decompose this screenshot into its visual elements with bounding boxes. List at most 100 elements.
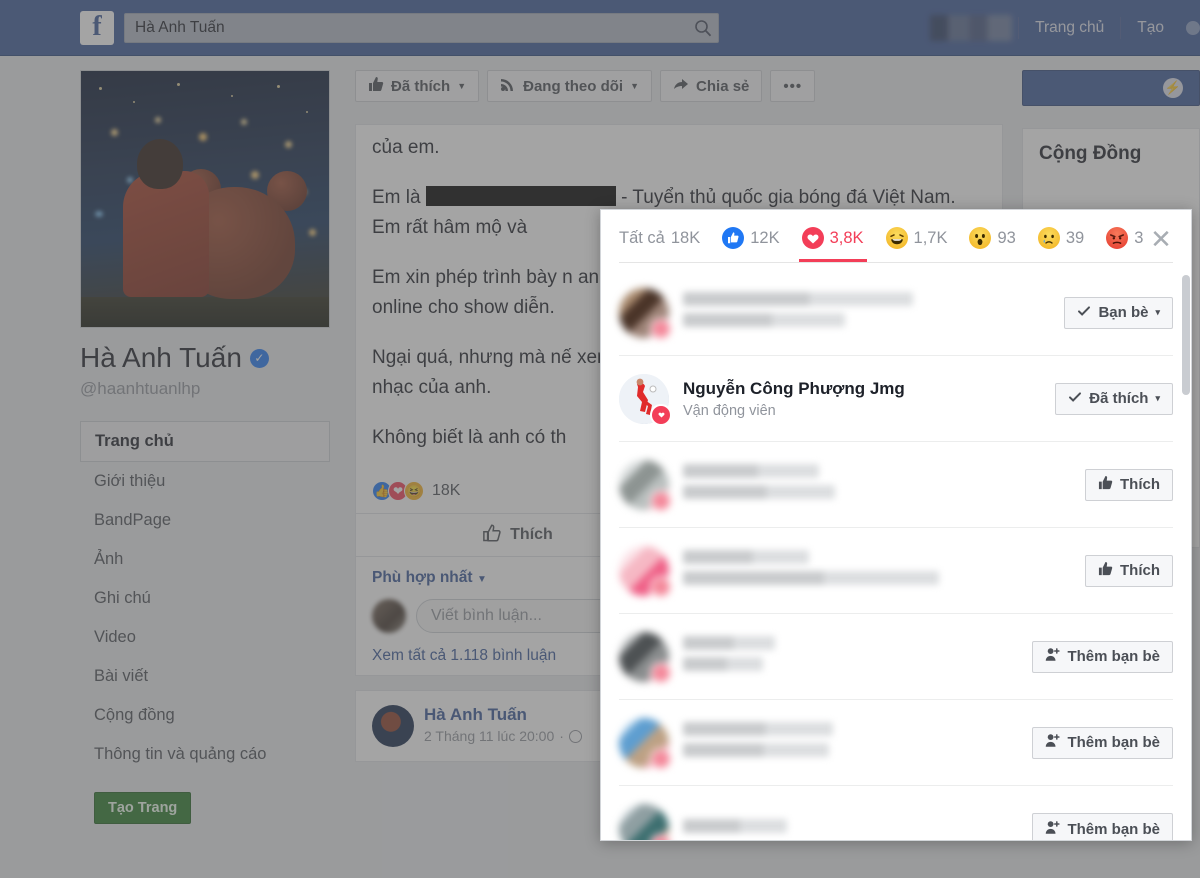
reaction-tabs: Tất cả 18K 12K 3,8K 1,7K 93 39 3 — [601, 210, 1191, 262]
following-button[interactable]: Đang theo dõi ▼ — [487, 70, 653, 102]
chevron-down-icon[interactable]: ▼ — [477, 574, 487, 585]
sidebar-item-cong-dong[interactable]: Cộng đồng — [80, 696, 330, 735]
current-user-avatar — [372, 599, 406, 633]
rss-icon — [500, 76, 516, 96]
love-reaction-badge-icon — [650, 317, 672, 340]
page-profile-photo[interactable] — [80, 70, 330, 328]
magnifier-icon[interactable] — [688, 14, 718, 42]
sidebar-item-anh[interactable]: Ảnh — [80, 540, 330, 579]
add-friend-button-label: Thêm bạn bè — [1067, 734, 1160, 751]
list-item[interactable]: Thêm bạn bè — [619, 614, 1173, 700]
tab-sad-count: 39 — [1065, 228, 1085, 247]
top-nav-right: Trang chủ Tạo — [930, 0, 1200, 56]
avatar[interactable] — [619, 545, 672, 598]
friends-button-label: Bạn bè — [1098, 304, 1149, 321]
nav-item-home[interactable]: Trang chủ — [1021, 0, 1118, 56]
sidebar-item-bai-viet[interactable]: Bài viết — [80, 657, 330, 696]
screenshot-root: f Trang chủ Tạo — [0, 0, 1200, 878]
post-meta: 2 Tháng 11 lúc 20:00 · — [424, 728, 582, 744]
page-avatar[interactable] — [372, 705, 414, 747]
avatar[interactable] — [619, 459, 672, 512]
header-divider — [619, 262, 1173, 263]
tab-sad-reactions[interactable]: 39 — [1027, 227, 1095, 262]
tab-haha-reactions[interactable]: 1,7K — [875, 227, 959, 262]
share-arrow-icon — [673, 76, 689, 96]
redacted-name-block — [425, 186, 616, 206]
community-title: Cộng Đồng — [1039, 143, 1142, 164]
tab-like-reactions[interactable]: 12K — [711, 227, 790, 262]
page-title-row: Hà Anh Tuấn ✓ — [80, 342, 330, 374]
more-options-button[interactable]: ••• — [770, 70, 816, 102]
share-label: Chia sẻ — [696, 77, 750, 95]
reactions-user-list[interactable]: Bạn bè ▾ Nguyễn Công Phượng Jmg Vận động… — [601, 270, 1191, 840]
sidebar-item-thong-tin-quang-cao[interactable]: Thông tin và quảng cáo — [80, 735, 330, 774]
create-page-button[interactable]: Tạo Trang — [94, 792, 192, 824]
tab-angry-count: 3 — [1134, 228, 1144, 247]
chevron-down-icon: ▾ — [1155, 307, 1160, 317]
person-shape — [123, 171, 209, 297]
list-item[interactable]: Nguyễn Công Phượng Jmg Vận động viên Đã … — [619, 356, 1173, 442]
like-button[interactable]: Thích — [1085, 554, 1173, 587]
reactions-dialog: Tất cả 18K 12K 3,8K 1,7K 93 39 3 ✕ Bạn b… — [600, 209, 1192, 841]
add-friend-button[interactable]: Thêm bạn bè — [1032, 640, 1173, 673]
sidebar-item-gioi-thieu[interactable]: Giới thiệu — [80, 462, 330, 501]
love-reaction-badge-icon — [650, 834, 672, 840]
close-x-icon[interactable]: ✕ — [1147, 226, 1175, 254]
love-reaction-badge-icon — [650, 403, 672, 426]
list-item[interactable]: Thích — [619, 442, 1173, 528]
add-friend-button-label: Thêm bạn bè — [1067, 648, 1160, 665]
reaction-total-count[interactable]: 18K — [432, 482, 460, 500]
list-item-text — [683, 463, 1071, 506]
friends-button[interactable]: Bạn bè ▾ — [1064, 296, 1173, 329]
avatar[interactable] — [619, 287, 672, 340]
share-button[interactable]: Chia sẻ — [660, 70, 763, 102]
list-item-text — [683, 291, 1050, 334]
thumbs-up-icon — [368, 76, 384, 96]
like-button-label: Thích — [1120, 476, 1160, 493]
avatar[interactable] — [619, 631, 672, 684]
list-item[interactable]: Thêm bạn bè — [619, 700, 1173, 786]
modal-scrollbar[interactable] — [1182, 271, 1190, 839]
list-item[interactable]: Bạn bè ▾ — [619, 270, 1173, 356]
tab-wow-reactions[interactable]: 93 — [958, 227, 1026, 262]
add-friend-button[interactable]: Thêm bạn bè — [1032, 813, 1173, 840]
avatar[interactable] — [619, 717, 672, 770]
sidebar-item-ghi-chu[interactable]: Ghi chú — [80, 579, 330, 618]
meta-dot: · — [559, 728, 564, 744]
add-friend-button[interactable]: Thêm bạn bè — [1032, 726, 1173, 759]
page-nav-list: Trang chủ Giới thiệu BandPage Ảnh Ghi ch… — [80, 421, 330, 774]
top-navigation-bar: f Trang chủ Tạo — [0, 0, 1200, 56]
sidebar-item-video[interactable]: Video — [80, 618, 330, 657]
facebook-logo-icon[interactable]: f — [80, 10, 114, 45]
nav-circle-icon[interactable] — [1186, 20, 1200, 35]
tab-all-label: Tất cả — [619, 228, 665, 247]
love-reaction-badge-icon — [650, 661, 672, 684]
page-title: Hà Anh Tuấn — [80, 342, 242, 373]
tab-angry-reactions[interactable]: 3 — [1095, 227, 1154, 262]
sidebar-item-trang-chu[interactable]: Trang chủ — [80, 421, 330, 462]
tab-all-reactions[interactable]: Tất cả 18K — [619, 229, 711, 261]
chevron-down-icon: ▾ — [1155, 393, 1160, 403]
message-button[interactable]: ⚡ — [1022, 70, 1200, 106]
tab-love-reactions[interactable]: 3,8K — [791, 227, 875, 262]
post-timestamp[interactable]: 2 Tháng 11 lúc 20:00 — [424, 728, 554, 744]
account-name-blurred[interactable] — [930, 14, 1013, 41]
comment-sort-dropdown[interactable]: Phù hợp nhất — [372, 569, 473, 586]
sidebar-item-bandpage[interactable]: BandPage — [80, 501, 330, 540]
like-button[interactable]: Thích — [1085, 468, 1173, 501]
liked-page-button[interactable]: Đã thích ▾ — [1055, 382, 1173, 415]
avatar[interactable] — [619, 804, 672, 840]
avatar[interactable] — [619, 373, 672, 426]
list-item-name[interactable]: Nguyễn Công Phượng Jmg — [683, 379, 1041, 399]
liked-button[interactable]: Đã thích ▼ — [355, 70, 480, 102]
search-bar[interactable] — [124, 12, 719, 43]
messenger-icon: ⚡ — [1163, 78, 1183, 98]
search-input[interactable] — [125, 18, 688, 37]
nav-item-create[interactable]: Tạo — [1123, 0, 1178, 56]
list-item[interactable]: Thêm bạn bè — [619, 786, 1173, 840]
modal-scrollbar-thumb[interactable] — [1182, 275, 1190, 395]
post-author-name[interactable]: Hà Anh Tuấn — [424, 705, 582, 725]
person-head-shape — [137, 139, 183, 189]
list-item-text — [683, 635, 1018, 678]
list-item[interactable]: Thích — [619, 528, 1173, 614]
